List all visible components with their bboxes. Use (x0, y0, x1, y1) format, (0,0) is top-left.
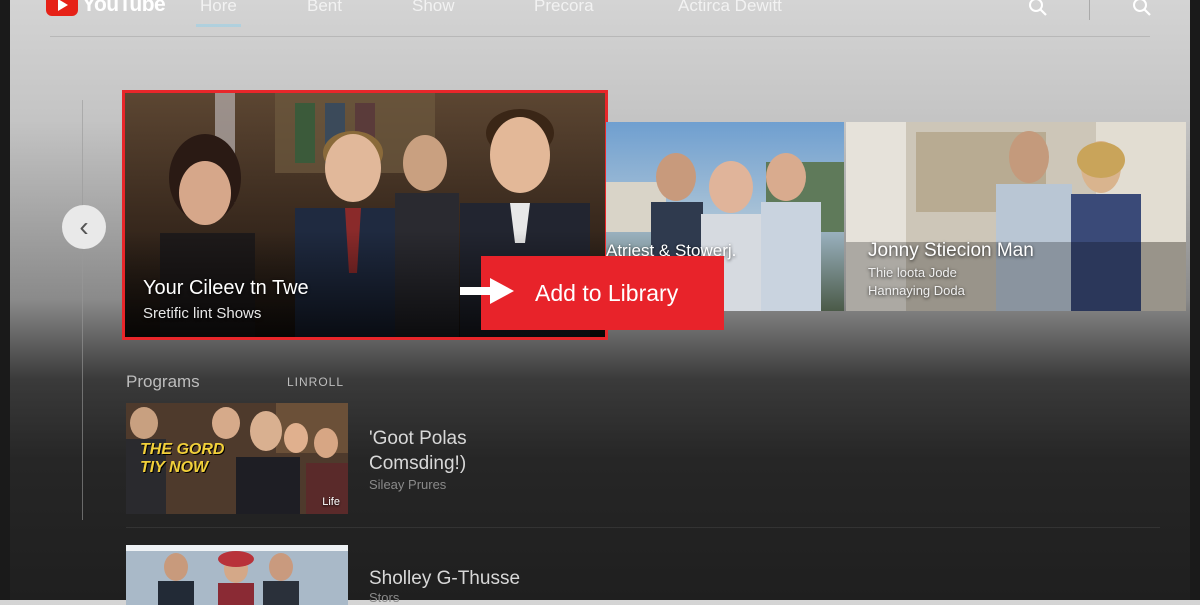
play-logo-icon (46, 0, 78, 16)
program-meta: Stors (369, 590, 400, 605)
youtube-logo[interactable]: YouTube (46, 0, 166, 18)
tab-actirca-dewitt[interactable]: Actirca Dewitt (678, 0, 782, 16)
carousel-card-title: Jonny Stiecion Man (868, 240, 1034, 261)
program-thumbnail-badge: Life (322, 496, 340, 508)
program-meta: Sileay Prures (369, 477, 447, 492)
tab-show[interactable]: Show (412, 0, 455, 16)
program-thumbnail-image (126, 545, 348, 605)
section-title: Programs (126, 372, 200, 391)
program-title[interactable]: 'Goot Polas (369, 426, 467, 451)
tab-precora[interactable]: Precora (534, 0, 594, 16)
arrow-right-icon (460, 278, 514, 304)
carousel-card[interactable]: Jonny Stiecion Man Thie loota Jode Hanna… (846, 122, 1186, 311)
left-rail-divider (82, 100, 83, 520)
program-thumbnail[interactable]: THE GORD TIY NOW Life (126, 403, 348, 514)
logo-text: YouTube (82, 0, 166, 16)
tab-bent[interactable]: Bent (307, 0, 342, 16)
search-icon[interactable] (1028, 0, 1048, 17)
nav-divider (1089, 0, 1090, 20)
add-to-library-label: Add to Library (535, 279, 679, 306)
chevron-left-icon: ‹ (79, 211, 89, 242)
program-title-line2: Comsding!) (369, 453, 467, 474)
carousel-card-line: Hannaying Doda (868, 283, 965, 298)
carousel-back-button[interactable]: ‹ (62, 205, 106, 249)
featured-card-title: Your Cileev tn Twe (143, 277, 309, 299)
row-divider (126, 527, 1160, 528)
program-thumbnail[interactable] (126, 545, 348, 605)
top-navigation: YouTube Hore Bent Show Precora Actirca D… (10, 0, 1190, 38)
program-title[interactable]: Sholley G-Thusse (369, 566, 520, 591)
nav-underline-rule (50, 36, 1150, 37)
featured-card-subtitle: Sretific lint Shows (143, 305, 262, 322)
screen-bezel-left (0, 0, 10, 600)
tab-home[interactable]: Hore (196, 0, 241, 27)
add-to-library-button[interactable]: Add to Library (481, 256, 724, 330)
search-icon[interactable] (1132, 0, 1152, 17)
carousel-card-line: Thie loota Jode (868, 265, 957, 280)
program-thumbnail-text: THE GORD TIY NOW (140, 441, 225, 476)
screen-bezel-right (1190, 0, 1200, 600)
section-subtitle: LINROLL (287, 375, 345, 389)
